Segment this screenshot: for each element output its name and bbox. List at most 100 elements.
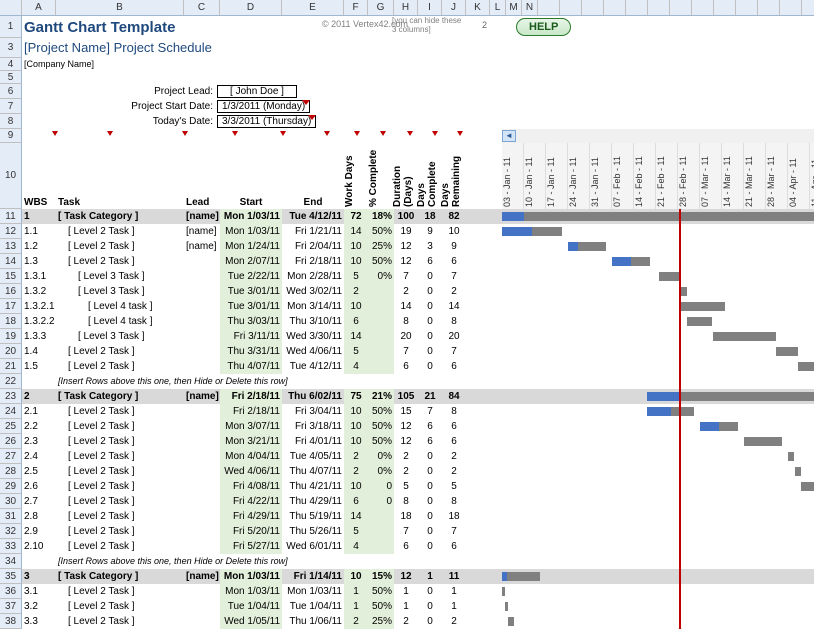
cell-task[interactable]: [ Level 2 Task ]: [56, 419, 184, 434]
table-row[interactable]: 2.10 [ Level 2 Task ] Fri 5/27/11 Wed 6/…: [22, 539, 814, 554]
cell-wbs[interactable]: 3.2: [22, 599, 56, 614]
table-row[interactable]: 1.3 [ Level 2 Task ] Mon 2/07/11 Fri 2/1…: [22, 254, 814, 269]
cell-dr[interactable]: 7: [442, 269, 466, 284]
cell-start[interactable]: Mon 1/03/11: [220, 569, 282, 584]
col-M[interactable]: M: [506, 0, 522, 15]
table-row[interactable]: 1.3.2.1 [ Level 4 task ] Tue 3/01/11 Mon…: [22, 299, 814, 314]
cell-dc[interactable]: 0: [418, 344, 442, 359]
cell-dur[interactable]: 15: [394, 404, 418, 419]
cell-end[interactable]: Mon 3/14/11: [282, 299, 344, 314]
table-row[interactable]: 1.2 [ Level 2 Task ] [name] Mon 1/24/11 …: [22, 239, 814, 254]
cell-dr[interactable]: 2: [442, 284, 466, 299]
cell-dur[interactable]: 12: [394, 569, 418, 584]
cell-workdays[interactable]: 10: [344, 299, 368, 314]
cell-workdays[interactable]: 5: [344, 344, 368, 359]
cell-pct[interactable]: 50%: [368, 584, 394, 599]
table-row[interactable]: 1.3.3 [ Level 3 Task ] Fri 3/11/11 Wed 3…: [22, 329, 814, 344]
cell-workdays[interactable]: 2: [344, 449, 368, 464]
cell-task[interactable]: [ Level 3 Task ]: [56, 284, 184, 299]
cell-workdays[interactable]: 2: [344, 614, 368, 629]
cell-start[interactable]: Mon 3/21/11: [220, 434, 282, 449]
cell-end[interactable]: Thu 3/10/11: [282, 314, 344, 329]
table-row[interactable]: 2.5 [ Level 2 Task ] Wed 4/06/11 Thu 4/0…: [22, 464, 814, 479]
hdr-days-remaining[interactable]: Days Remaining: [440, 147, 464, 209]
cell-dc[interactable]: 0: [418, 449, 442, 464]
cell-pct[interactable]: 0: [368, 479, 394, 494]
cell-dur[interactable]: 100: [394, 209, 418, 224]
cell-end[interactable]: Tue 4/12/11: [282, 209, 344, 224]
table-row[interactable]: [Insert Rows above this one, then Hide o…: [22, 374, 814, 389]
col-[interactable]: [670, 0, 692, 15]
cell-wbs[interactable]: 1.2: [22, 239, 56, 254]
cell-wbs[interactable]: 3.3: [22, 614, 56, 629]
cell-start[interactable]: Fri 2/18/11: [220, 389, 282, 404]
table-row[interactable]: 1.3.2.2 [ Level 4 task ] Thu 3/03/11 Thu…: [22, 314, 814, 329]
col-[interactable]: [560, 0, 582, 15]
col-I[interactable]: I: [418, 0, 442, 15]
col-H[interactable]: H: [394, 0, 418, 15]
hdr-end[interactable]: End: [282, 196, 344, 209]
col-A[interactable]: A: [22, 0, 56, 15]
cell-end[interactable]: Wed 3/02/11: [282, 284, 344, 299]
cell-pct[interactable]: 0%: [368, 449, 394, 464]
cell-workdays[interactable]: 2: [344, 284, 368, 299]
cell-dr[interactable]: 8: [442, 404, 466, 419]
cell-end[interactable]: Fri 3/04/11: [282, 404, 344, 419]
cell-dc[interactable]: 0: [418, 269, 442, 284]
cell-start[interactable]: Wed 1/05/11: [220, 614, 282, 629]
cell-start[interactable]: Fri 2/18/11: [220, 404, 282, 419]
cell-task[interactable]: [ Level 3 Task ]: [56, 269, 184, 284]
cell-dr[interactable]: 84: [442, 389, 466, 404]
cell-dc[interactable]: 18: [418, 209, 442, 224]
cell-dr[interactable]: 5: [442, 479, 466, 494]
cell-dr[interactable]: 2: [442, 464, 466, 479]
cell-pct[interactable]: 50%: [368, 254, 394, 269]
cell-dc[interactable]: 0: [418, 614, 442, 629]
col-[interactable]: [604, 0, 626, 15]
cell-dur[interactable]: 19: [394, 224, 418, 239]
cell-dc[interactable]: 6: [418, 419, 442, 434]
cell-dr[interactable]: 82: [442, 209, 466, 224]
col-[interactable]: [538, 0, 560, 15]
cell-pct[interactable]: 0%: [368, 464, 394, 479]
cell-task[interactable]: [ Task Category ]: [56, 209, 184, 224]
cell-task[interactable]: [ Level 2 Task ]: [56, 479, 184, 494]
table-row[interactable]: 2.1 [ Level 2 Task ] Fri 2/18/11 Fri 3/0…: [22, 404, 814, 419]
cell-workdays[interactable]: 2: [344, 464, 368, 479]
col-G[interactable]: G: [368, 0, 394, 15]
cell-task[interactable]: [ Level 2 Task ]: [56, 359, 184, 374]
cell-pct[interactable]: [368, 344, 394, 359]
cell-end[interactable]: Thu 5/19/11: [282, 509, 344, 524]
date-header[interactable]: 17 - Jan - 11: [546, 143, 568, 209]
cell-wbs[interactable]: 1.3.2.2: [22, 314, 56, 329]
cell-lead[interactable]: [184, 494, 220, 509]
cell-dur[interactable]: 12: [394, 434, 418, 449]
table-row[interactable]: 1.3.1 [ Level 3 Task ] Tue 2/22/11 Mon 2…: [22, 269, 814, 284]
table-row[interactable]: 3 [ Task Category ] [name] Mon 1/03/11 F…: [22, 569, 814, 584]
cell-dur[interactable]: 1: [394, 599, 418, 614]
cell-end[interactable]: Thu 1/06/11: [282, 614, 344, 629]
cell-dr[interactable]: 1: [442, 584, 466, 599]
cell-end[interactable]: Wed 6/01/11: [282, 539, 344, 554]
cell-dr[interactable]: 6: [442, 434, 466, 449]
cell-pct[interactable]: [368, 524, 394, 539]
date-header[interactable]: 14 - Feb - 11: [634, 143, 656, 209]
cell-end[interactable]: Fri 2/18/11: [282, 254, 344, 269]
cell-dr[interactable]: 7: [442, 524, 466, 539]
cell-workdays[interactable]: 6: [344, 494, 368, 509]
cell-wbs[interactable]: 1.1: [22, 224, 56, 239]
date-header[interactable]: 07 - Mar - 11: [700, 143, 722, 209]
hdr-lead[interactable]: Lead: [184, 196, 220, 209]
cell-task[interactable]: [ Task Category ]: [56, 389, 184, 404]
cell-task[interactable]: [ Level 2 Task ]: [56, 539, 184, 554]
cell-start[interactable]: Wed 4/06/11: [220, 464, 282, 479]
cell-workdays[interactable]: 10: [344, 254, 368, 269]
table-row[interactable]: 1.5 [ Level 2 Task ] Thu 4/07/11 Tue 4/1…: [22, 359, 814, 374]
col-[interactable]: [802, 0, 814, 15]
cell-dur[interactable]: 8: [394, 494, 418, 509]
table-row[interactable]: 2.2 [ Level 2 Task ] Mon 3/07/11 Fri 3/1…: [22, 419, 814, 434]
cell-pct[interactable]: 0: [368, 494, 394, 509]
cell-workdays[interactable]: 6: [344, 314, 368, 329]
cell-start[interactable]: Thu 4/07/11: [220, 359, 282, 374]
cell-dur[interactable]: 14: [394, 299, 418, 314]
